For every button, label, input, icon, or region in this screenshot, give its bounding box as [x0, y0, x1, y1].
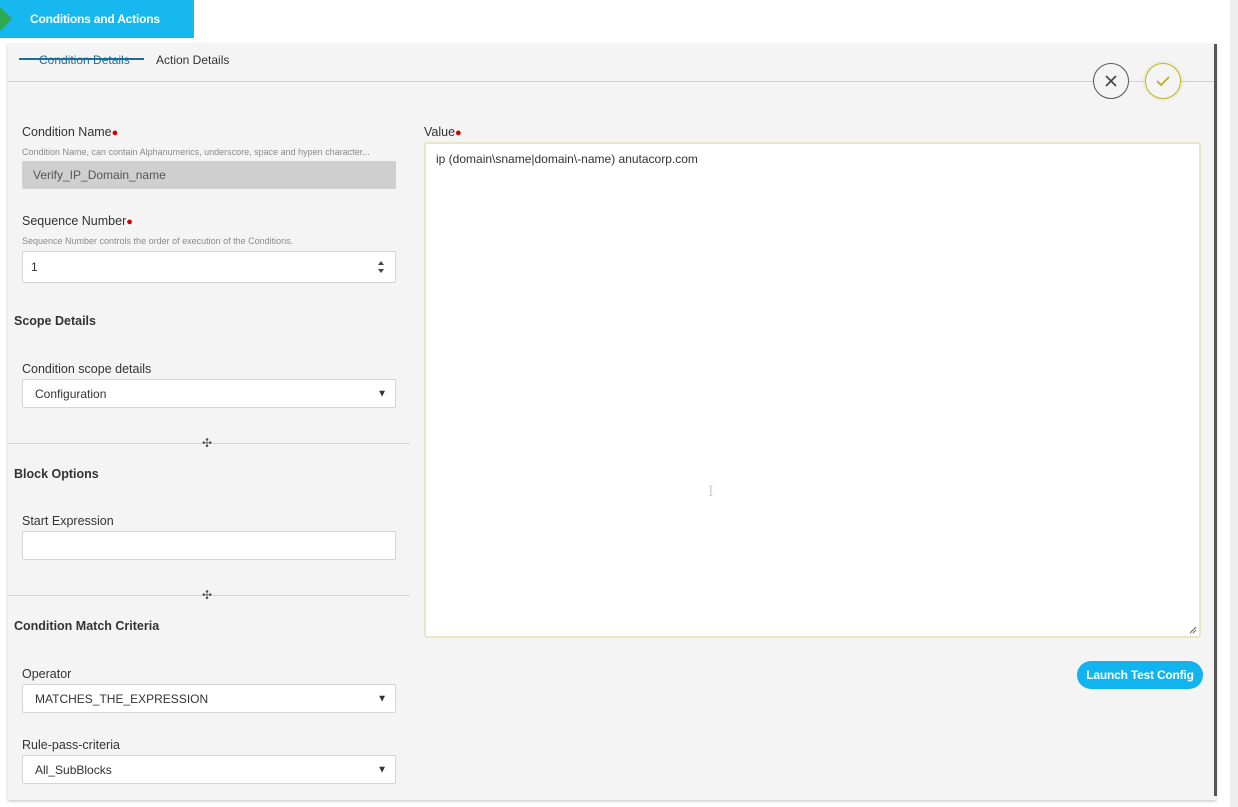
- operator-label: Operator: [22, 667, 72, 681]
- sequence-number-label-text: Sequence Number: [22, 214, 127, 228]
- resize-grip-icon[interactable]: [1189, 626, 1197, 634]
- confirm-button[interactable]: [1145, 63, 1181, 99]
- tab-bar: Condition Details Action Details: [8, 44, 1216, 82]
- rule-pass-criteria-value: All_SubBlocks: [35, 762, 112, 777]
- active-tab-indicator: [19, 58, 144, 60]
- value-label-text: Value: [424, 125, 456, 139]
- condition-name-hint: Condition Name, can contain Alphanumeric…: [22, 147, 370, 157]
- operator-select-value: MATCHES_THE_EXPRESSION: [35, 691, 209, 706]
- scope-label: Condition scope details: [22, 362, 152, 376]
- sequence-number-input[interactable]: 1: [22, 251, 396, 283]
- sequence-number-value: 1: [31, 260, 38, 274]
- start-expression-input[interactable]: [22, 531, 396, 560]
- value-textarea[interactable]: ip (domain\sname|domain\-name) anutacorp…: [424, 142, 1201, 638]
- text-cursor-icon: I: [708, 484, 714, 500]
- rule-pass-criteria-select[interactable]: All_SubBlocks ▼: [22, 755, 396, 784]
- condition-name-label: Condition Name●: [22, 125, 118, 139]
- condition-name-field: Verify_IP_Domain_name: [22, 161, 396, 189]
- check-icon: [1156, 76, 1170, 87]
- rule-pass-criteria-label: Rule-pass-criteria: [22, 738, 120, 752]
- close-icon: [1105, 75, 1117, 87]
- drag-handle-icon[interactable]: ✣: [202, 436, 212, 450]
- cancel-button[interactable]: [1093, 63, 1129, 99]
- value-label: Value●: [424, 125, 462, 139]
- required-marker: ●: [455, 127, 462, 139]
- spinner-arrows-icon[interactable]: [377, 260, 385, 274]
- scope-select-value: Configuration: [35, 386, 107, 401]
- block-options-heading: Block Options: [14, 467, 99, 481]
- tab-condition-details[interactable]: Condition Details: [39, 53, 130, 67]
- caret-down-icon: ▼: [377, 388, 387, 399]
- breadcrumb-title: Conditions and Actions: [30, 12, 160, 26]
- match-criteria-heading: Condition Match Criteria: [14, 619, 160, 633]
- drag-handle-icon[interactable]: ✣: [202, 588, 212, 602]
- value-text: ip (domain\sname|domain\-name) anutacorp…: [436, 152, 698, 166]
- tab-action-details[interactable]: Action Details: [156, 53, 229, 67]
- panel-scrollbar[interactable]: [1214, 44, 1217, 796]
- scope-select[interactable]: Configuration ▼: [22, 379, 396, 408]
- operator-select[interactable]: MATCHES_THE_EXPRESSION ▼: [22, 684, 396, 713]
- caret-down-icon: ▼: [377, 693, 387, 704]
- page-scroll-track: [1230, 0, 1238, 807]
- caret-down-icon: ▼: [377, 764, 387, 775]
- sequence-number-hint: Sequence Number controls the order of ex…: [22, 236, 294, 246]
- required-marker: ●: [126, 216, 133, 228]
- start-expression-label: Start Expression: [22, 514, 114, 528]
- launch-test-config-button[interactable]: Launch Test Config: [1077, 661, 1203, 689]
- scope-details-heading: Scope Details: [14, 314, 96, 328]
- breadcrumb[interactable]: Conditions and Actions: [0, 0, 194, 38]
- breadcrumb-arrow-icon: [0, 7, 12, 31]
- required-marker: ●: [111, 127, 119, 139]
- condition-name-label-text: Condition Name: [22, 125, 112, 139]
- sequence-number-label: Sequence Number●: [22, 214, 133, 228]
